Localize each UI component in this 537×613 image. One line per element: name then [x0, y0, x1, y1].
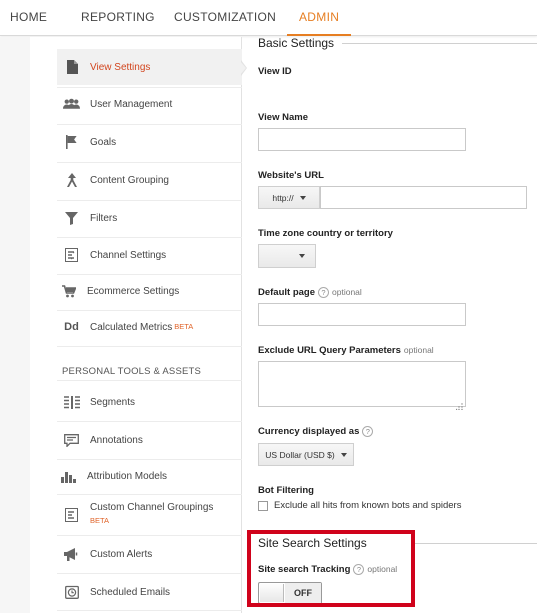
- basic-settings-title: Basic Settings: [258, 36, 335, 50]
- currency-dropdown[interactable]: US Dollar (USD $): [258, 443, 354, 466]
- section-rule: [342, 43, 537, 44]
- beta-badge: BETA: [174, 321, 194, 331]
- divider: [57, 380, 242, 381]
- view-name-label: View Name: [258, 112, 308, 123]
- exclude-params-label: Exclude URL Query Parameters optional: [258, 345, 434, 356]
- default-page-text: Default page: [258, 287, 316, 298]
- divider: [57, 124, 242, 125]
- sidebar-item-attribution-models[interactable]: Attribution Models: [57, 458, 242, 494]
- left-gutter: [0, 37, 30, 613]
- divider: [57, 610, 242, 611]
- segments-icon: [63, 395, 80, 409]
- cart-icon: [60, 284, 77, 298]
- divider: [57, 237, 242, 238]
- protocol-value: http://: [272, 192, 294, 203]
- bot-filtering-label: Bot Filtering: [258, 485, 314, 496]
- section-rule: [415, 543, 537, 544]
- sidebar-item-filters[interactable]: Filters: [57, 200, 242, 236]
- annotation-icon: [63, 433, 80, 447]
- divider: [57, 310, 242, 311]
- default-page-input[interactable]: [258, 303, 466, 326]
- grouping-icon: [63, 173, 80, 187]
- clock-icon: [63, 585, 80, 599]
- tab-customization[interactable]: CUSTOMIZATION: [174, 0, 276, 36]
- sidebar-item-goals[interactable]: Goals: [57, 124, 242, 160]
- tab-admin[interactable]: ADMIN: [287, 0, 352, 36]
- sidebar-item-user-management[interactable]: User Management: [57, 86, 242, 122]
- sidebar-item-view-settings[interactable]: View Settings: [57, 49, 242, 85]
- sidebar-item-label: Filters: [90, 212, 118, 224]
- active-item-pointer: [240, 60, 247, 76]
- users-icon: [63, 97, 80, 111]
- personal-tools-heading: PERSONAL TOOLS & ASSETS: [62, 366, 202, 377]
- divider: [57, 87, 242, 88]
- divider: [57, 200, 242, 201]
- exclude-params-text: Exclude URL Query Parameters: [258, 345, 401, 356]
- divider: [57, 162, 242, 163]
- channel-icon: [63, 508, 80, 522]
- help-icon[interactable]: ?: [362, 426, 374, 437]
- sidebar-item-annotations[interactable]: Annotations: [57, 422, 242, 458]
- top-nav: HOME REPORTING CUSTOMIZATION ADMIN: [0, 0, 537, 36]
- divider: [57, 274, 242, 275]
- website-url-label: Website's URL: [258, 170, 324, 181]
- website-url-input[interactable]: [320, 186, 527, 209]
- resize-handle-icon[interactable]: [455, 397, 463, 411]
- bot-filtering-checkbox-label[interactable]: Exclude all hits from known bots and spi…: [274, 500, 461, 511]
- sidebar-item-channel-settings[interactable]: Channel Settings: [57, 237, 242, 273]
- annotation-highlight-box: [247, 530, 415, 607]
- bot-filtering-checkbox[interactable]: [258, 501, 268, 511]
- sidebar-item-label: Custom Channel Groupings BETA: [90, 502, 213, 525]
- sidebar-item-label: Goals: [90, 136, 117, 148]
- beta-badge: BETA: [90, 516, 110, 525]
- filter-icon: [63, 211, 80, 225]
- sidebar-item-label: Segments: [90, 396, 136, 408]
- tab-home[interactable]: HOME: [10, 0, 47, 36]
- chevron-down-icon: [299, 195, 306, 200]
- flag-icon: [63, 135, 80, 149]
- chevron-down-icon: [299, 254, 305, 258]
- sidebar-item-label: Channel Settings: [90, 249, 167, 261]
- optional-text: optional: [332, 287, 362, 297]
- dd-icon: Dd: [64, 321, 79, 333]
- sidebar-item-label: Scheduled Emails: [90, 586, 171, 598]
- help-icon[interactable]: ?: [318, 287, 330, 298]
- sidebar-item-label: View Settings: [90, 61, 151, 73]
- sidebar-item-label: Annotations: [90, 434, 143, 446]
- currency-value: US Dollar (USD $): [265, 449, 335, 460]
- optional-text: optional: [403, 345, 434, 355]
- bar-chart-icon: [60, 469, 77, 483]
- sidebar-item-label: Calculated Metrics BETA: [90, 322, 193, 333]
- sidebar-item-label: Content Grouping: [90, 174, 169, 186]
- sidebar-item-segments[interactable]: Segments: [57, 384, 242, 420]
- calculated-metrics-text: Calculated Metrics: [90, 321, 173, 333]
- sidebar-item-label: User Management: [90, 98, 173, 110]
- chevron-down-icon: [340, 452, 347, 457]
- timezone-label: Time zone country or territory: [258, 228, 393, 239]
- document-icon: [63, 60, 80, 74]
- sidebar-item-label: Ecommerce Settings: [87, 285, 180, 297]
- sidebar-item-ecommerce-settings[interactable]: Ecommerce Settings: [57, 273, 242, 309]
- sidebar-item-calculated-metrics[interactable]: Dd Calculated Metrics BETA: [57, 309, 242, 345]
- sidebar-item-custom-channel-groupings[interactable]: Custom Channel Groupings BETA: [57, 495, 242, 535]
- protocol-dropdown[interactable]: http://: [258, 186, 320, 209]
- view-id-label: View ID: [258, 66, 292, 77]
- custom-channel-groupings-text: Custom Channel Groupings: [90, 502, 214, 513]
- sidebar-item-label: Attribution Models: [87, 470, 168, 482]
- exclude-params-textarea[interactable]: [258, 361, 466, 407]
- divider: [57, 346, 242, 347]
- view-name-input[interactable]: [258, 128, 466, 151]
- sidebar-item-label: Custom Alerts: [90, 548, 153, 560]
- megaphone-icon: [63, 547, 80, 561]
- timezone-dropdown[interactable]: [258, 244, 316, 268]
- sidebar-item-content-grouping[interactable]: Content Grouping: [57, 162, 242, 198]
- currency-text: Currency displayed as: [258, 426, 360, 437]
- default-page-label: Default page? optional: [258, 287, 362, 298]
- tab-reporting[interactable]: REPORTING: [81, 0, 155, 36]
- currency-label: Currency displayed as?: [258, 426, 374, 437]
- sidebar-item-scheduled-emails[interactable]: Scheduled Emails: [57, 574, 242, 610]
- channel-icon: [63, 248, 80, 262]
- sidebar-item-custom-alerts[interactable]: Custom Alerts: [57, 536, 242, 572]
